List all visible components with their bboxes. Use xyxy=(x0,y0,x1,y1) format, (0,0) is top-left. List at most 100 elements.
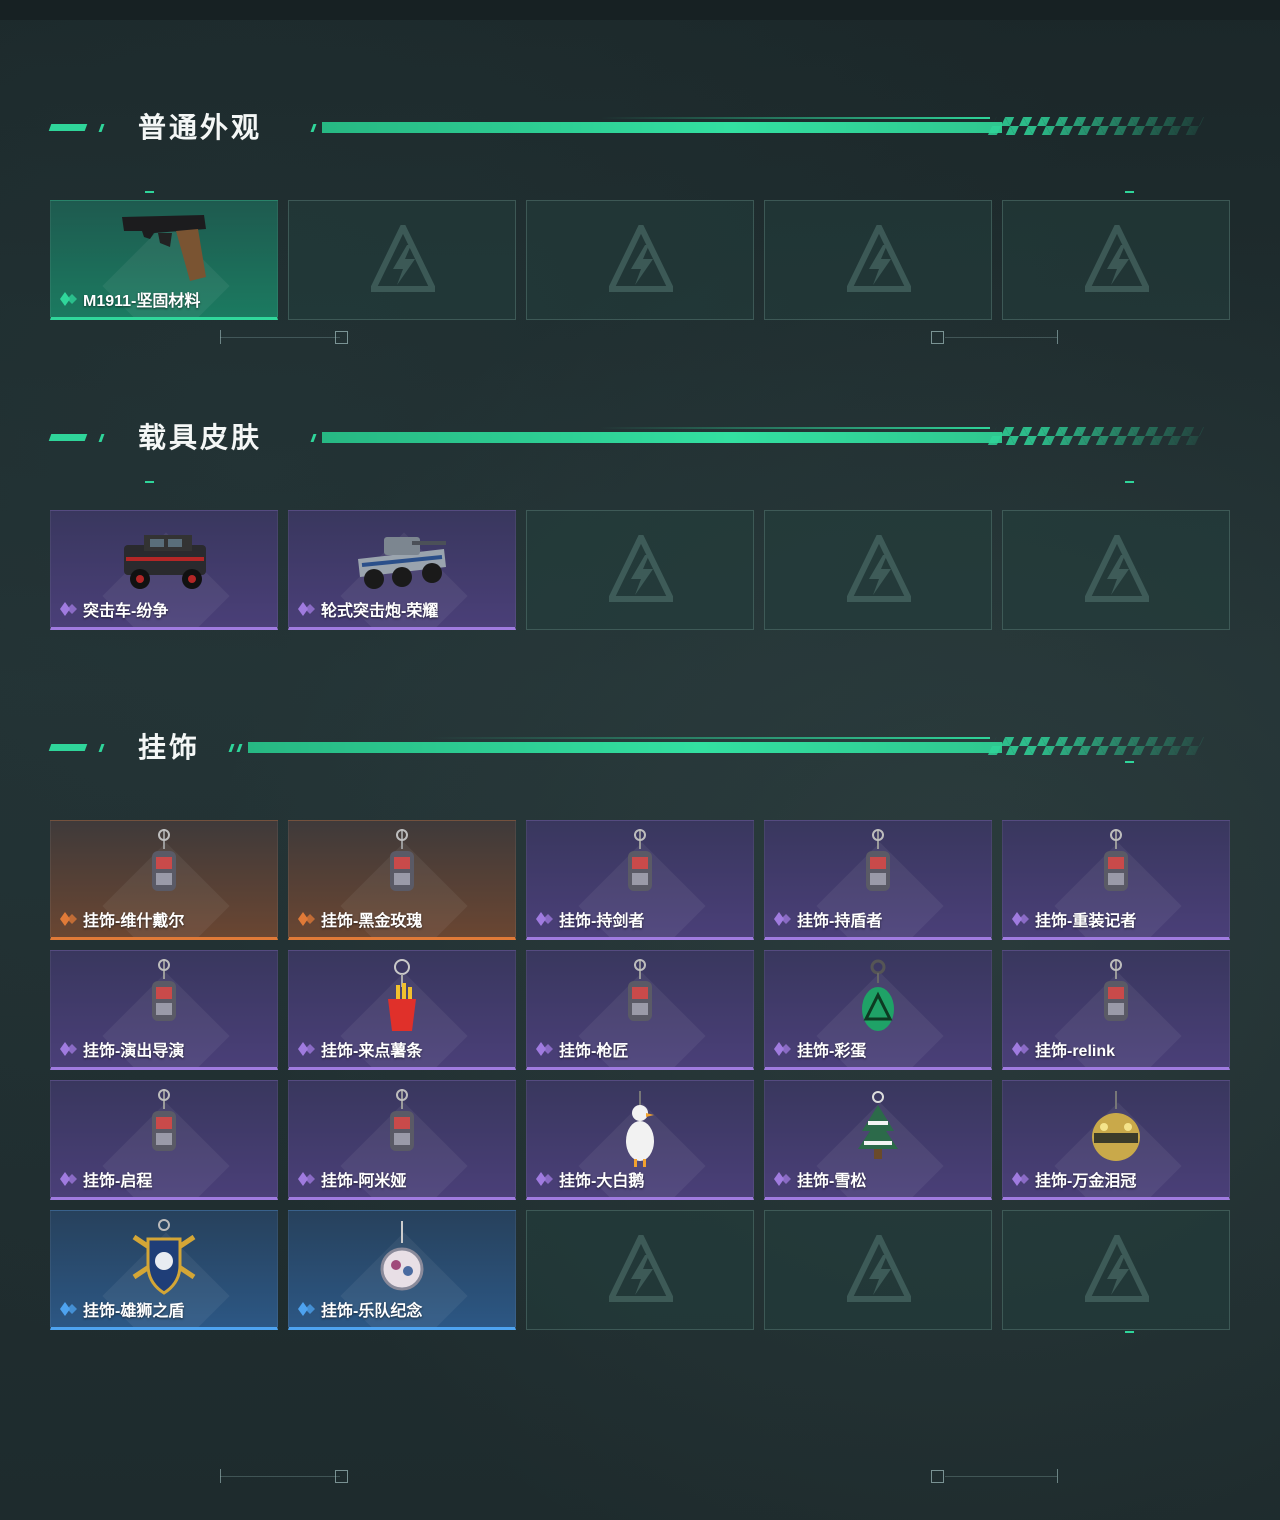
item-card[interactable]: 挂饰-雄狮之盾 xyxy=(50,1210,278,1330)
empty-slot[interactable] xyxy=(526,1210,754,1330)
item-card[interactable]: 挂饰-彩蛋 xyxy=(764,950,992,1070)
item-name: 挂饰-乐队纪念 xyxy=(297,1297,422,1321)
header-thin-line xyxy=(600,117,990,119)
rarity-diamond-icon xyxy=(1011,911,1031,927)
item-card[interactable]: 挂饰-relink xyxy=(1002,950,1230,1070)
header-tick xyxy=(310,124,317,132)
item-name: 挂饰-雪松 xyxy=(773,1167,866,1191)
empty-slot[interactable] xyxy=(764,510,992,630)
item-name: 挂饰-来点薯条 xyxy=(297,1037,422,1061)
rarity-diamond-icon xyxy=(773,1171,793,1187)
item-card[interactable]: 挂饰-启程 xyxy=(50,1080,278,1200)
item-name: 挂饰-彩蛋 xyxy=(773,1037,866,1061)
placeholder-logo-icon xyxy=(1082,530,1152,603)
wheeled-assault-gun-icon xyxy=(352,517,452,601)
tree-charm-icon xyxy=(828,1087,928,1171)
item-card[interactable]: 挂饰-大白鹅 xyxy=(526,1080,754,1200)
empty-slot[interactable] xyxy=(526,200,754,320)
section-title: 载具皮肤 xyxy=(138,421,263,454)
hud-square xyxy=(335,331,348,344)
item-name: 挂饰-维什戴尔 xyxy=(59,907,184,931)
header-accent xyxy=(48,124,88,131)
item-card[interactable]: 轮式突击炮-荣耀 xyxy=(288,510,516,630)
item-card[interactable]: 挂饰-持剑者 xyxy=(526,820,754,940)
item-name: 挂饰-启程 xyxy=(59,1167,152,1191)
rarity-diamond-icon xyxy=(59,911,79,927)
item-name: 挂饰-持剑者 xyxy=(535,907,644,931)
item-card[interactable]: 挂饰-乐队纪念 xyxy=(288,1210,516,1330)
item-card[interactable]: 挂饰-阿米娅 xyxy=(288,1080,516,1200)
rarity-diamond-icon xyxy=(1011,1171,1031,1187)
empty-slot[interactable] xyxy=(764,1210,992,1330)
hud-divider xyxy=(0,1465,1280,1489)
section-title: 挂饰 xyxy=(138,731,201,764)
item-card[interactable]: 挂饰-演出导演 xyxy=(50,950,278,1070)
hud-tick xyxy=(220,330,221,344)
rarity-diamond-icon xyxy=(59,601,79,617)
item-grid: 挂饰-维什戴尔 挂饰-黑金玫瑰 挂饰-持剑者 挂饰-持盾者 挂饰-重装记者挂饰-演出导演… xyxy=(50,820,1230,1330)
item-label: 挂饰-重装记者 xyxy=(1035,913,1137,930)
placeholder-logo-icon xyxy=(606,220,676,293)
empty-slot[interactable] xyxy=(1002,200,1230,320)
rarity-diamond-icon xyxy=(59,1041,79,1057)
item-name: 挂饰-枪匠 xyxy=(535,1037,628,1061)
placeholder-logo-icon xyxy=(1082,220,1152,293)
rarity-diamond-icon xyxy=(535,911,555,927)
section-title: 普通外观 xyxy=(138,111,263,144)
item-card[interactable]: M1911-坚固材料 xyxy=(50,200,278,320)
header-accent xyxy=(48,744,88,751)
item-card[interactable]: 突击车-纷争 xyxy=(50,510,278,630)
header-checker xyxy=(987,427,1205,445)
hud-tick xyxy=(1057,330,1058,344)
item-card[interactable]: 挂饰-万金泪冠 xyxy=(1002,1080,1230,1200)
header-tick xyxy=(236,744,243,752)
item-label: 挂饰-持剑者 xyxy=(559,913,645,930)
header-tick xyxy=(310,434,317,442)
item-card[interactable]: 挂饰-黑金玫瑰 xyxy=(288,820,516,940)
charm-icon xyxy=(590,827,690,911)
item-label: 挂饰-黑金玫瑰 xyxy=(321,913,423,930)
item-name: 突击车-纷争 xyxy=(59,597,168,621)
crown-charm-icon xyxy=(1066,1087,1166,1171)
item-label: 挂饰-启程 xyxy=(83,1173,153,1190)
empty-slot[interactable] xyxy=(1002,1210,1230,1330)
section-header: 挂饰 xyxy=(0,728,1280,768)
header-tick xyxy=(98,434,105,442)
corner-mark xyxy=(1125,1331,1134,1333)
item-label: 挂饰-枪匠 xyxy=(559,1043,629,1060)
charm-icon xyxy=(1066,827,1166,911)
hud-square xyxy=(931,1470,944,1483)
item-label: 挂饰-阿米娅 xyxy=(321,1173,407,1190)
item-card[interactable]: 挂饰-持盾者 xyxy=(764,820,992,940)
charm-icon xyxy=(114,957,214,1041)
empty-slot[interactable] xyxy=(1002,510,1230,630)
hud-line xyxy=(945,1476,1057,1477)
item-card[interactable]: 挂饰-重装记者 xyxy=(1002,820,1230,940)
header-bar xyxy=(322,432,1002,443)
empty-slot[interactable] xyxy=(526,510,754,630)
empty-slot[interactable] xyxy=(288,200,516,320)
hud-line xyxy=(220,1476,340,1477)
hud-line xyxy=(220,337,340,338)
item-card[interactable]: 挂饰-雪松 xyxy=(764,1080,992,1200)
item-name: 挂饰-黑金玫瑰 xyxy=(297,907,422,931)
item-label: 挂饰-大白鹅 xyxy=(559,1173,645,1190)
charm-icon xyxy=(114,827,214,911)
item-card[interactable]: 挂饰-维什戴尔 xyxy=(50,820,278,940)
item-card[interactable]: 挂饰-来点薯条 xyxy=(288,950,516,1070)
charm-icon xyxy=(590,957,690,1041)
hud-square xyxy=(335,1470,348,1483)
corner-mark xyxy=(1125,191,1134,193)
empty-slot[interactable] xyxy=(764,200,992,320)
placeholder-logo-icon xyxy=(1082,1230,1152,1303)
item-grid: M1911-坚固材料 xyxy=(50,200,1230,320)
rarity-diamond-icon xyxy=(1011,1041,1031,1057)
item-label: 挂饰-relink xyxy=(1035,1043,1116,1060)
item-card[interactable]: 挂饰-枪匠 xyxy=(526,950,754,1070)
corner-mark xyxy=(145,191,154,193)
header-thin-line xyxy=(600,427,990,429)
hud-square xyxy=(931,331,944,344)
corner-mark xyxy=(1125,761,1134,763)
item-label: 轮式突击炮-荣耀 xyxy=(321,603,439,620)
hud-tick xyxy=(220,1469,221,1483)
